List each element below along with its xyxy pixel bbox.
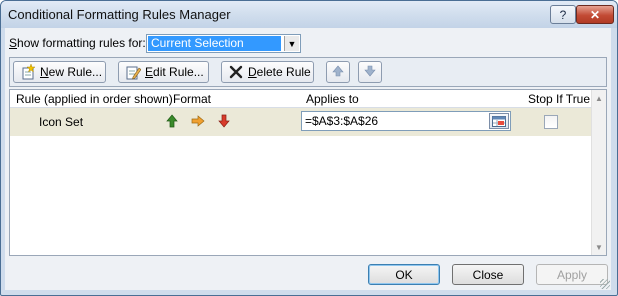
new-rule-icon	[20, 64, 36, 80]
down-arrow-icon	[217, 114, 231, 128]
applies-to-value: =$A$3:$A$26	[305, 114, 379, 128]
delete-icon	[228, 64, 244, 80]
apply-button[interactable]: Apply	[536, 264, 608, 285]
format-preview	[165, 114, 231, 128]
dialog-title: Conditional Formatting Rules Manager	[8, 7, 231, 22]
resize-grip[interactable]	[600, 279, 610, 289]
show-rules-label: Show formatting rules for:	[9, 36, 146, 50]
scroll-up-icon[interactable]: ▲	[592, 91, 606, 105]
range-select-button[interactable]	[489, 113, 509, 129]
close-icon: ✕	[589, 7, 601, 22]
dialog-body: Show formatting rules for: Current Selec…	[5, 28, 611, 290]
show-rules-label-accel: S	[9, 36, 18, 50]
new-rule-label: New Rule...	[40, 65, 102, 79]
close-button[interactable]: Close	[452, 264, 524, 285]
show-rules-selected: Current Selection	[148, 36, 281, 51]
column-header-format: Format	[173, 92, 212, 106]
show-rules-dropdown[interactable]: Current Selection ▼	[146, 34, 301, 53]
scroll-down-icon[interactable]: ▼	[592, 240, 606, 254]
column-header-applies-to: Applies to	[306, 92, 359, 106]
title-bar[interactable]: Conditional Formatting Rules Manager ? ✕	[1, 1, 617, 28]
chevron-down-icon[interactable]: ▼	[284, 36, 299, 51]
delete-rule-button[interactable]: Delete Rule	[221, 61, 314, 83]
new-rule-text: ew Rule...	[48, 65, 103, 79]
up-arrow-icon	[165, 114, 179, 128]
vertical-scrollbar[interactable]: ▲ ▼	[591, 90, 606, 255]
show-rules-label-text: how formatting rules for:	[17, 36, 146, 50]
rules-table-header: Rule (applied in order shown) Format App…	[10, 90, 592, 108]
help-button[interactable]: ?	[550, 5, 576, 24]
delete-rule-accel: D	[248, 65, 257, 79]
window-close-button[interactable]: ✕	[576, 5, 614, 24]
range-select-icon	[492, 115, 506, 127]
help-icon: ?	[559, 7, 567, 22]
right-arrow-icon	[191, 114, 205, 128]
applies-to-field[interactable]: =$A$3:$A$26	[301, 111, 511, 131]
table-row[interactable]: Icon Set =$A$3:$A$26	[10, 108, 592, 136]
edit-rule-text: dit Rule...	[153, 65, 204, 79]
move-down-icon	[364, 65, 376, 80]
move-up-button[interactable]	[326, 61, 350, 83]
rule-name: Icon Set	[39, 115, 84, 129]
edit-rule-button[interactable]: Edit Rule...	[118, 61, 209, 83]
rules-table: Rule (applied in order shown) Format App…	[9, 89, 607, 256]
rules-toolbar: New Rule... Edit Rule... Delete Rule	[9, 57, 607, 87]
delete-rule-text: elete Rule	[256, 65, 311, 79]
new-rule-button[interactable]: New Rule...	[13, 61, 106, 83]
edit-rule-accel: E	[145, 65, 154, 79]
dialog-window: Conditional Formatting Rules Manager ? ✕…	[0, 0, 618, 296]
move-up-icon	[332, 65, 344, 80]
column-header-rule: Rule (applied in order shown)	[16, 92, 173, 106]
ok-button[interactable]: OK	[368, 264, 440, 285]
delete-rule-label: Delete Rule	[248, 65, 311, 79]
column-header-stop-if-true: Stop If True	[528, 92, 591, 106]
edit-rule-label: Edit Rule...	[145, 65, 204, 79]
new-rule-accel: N	[40, 65, 49, 79]
stop-if-true-checkbox[interactable]	[544, 115, 558, 129]
move-down-button[interactable]	[358, 61, 382, 83]
edit-rule-icon	[125, 64, 141, 80]
